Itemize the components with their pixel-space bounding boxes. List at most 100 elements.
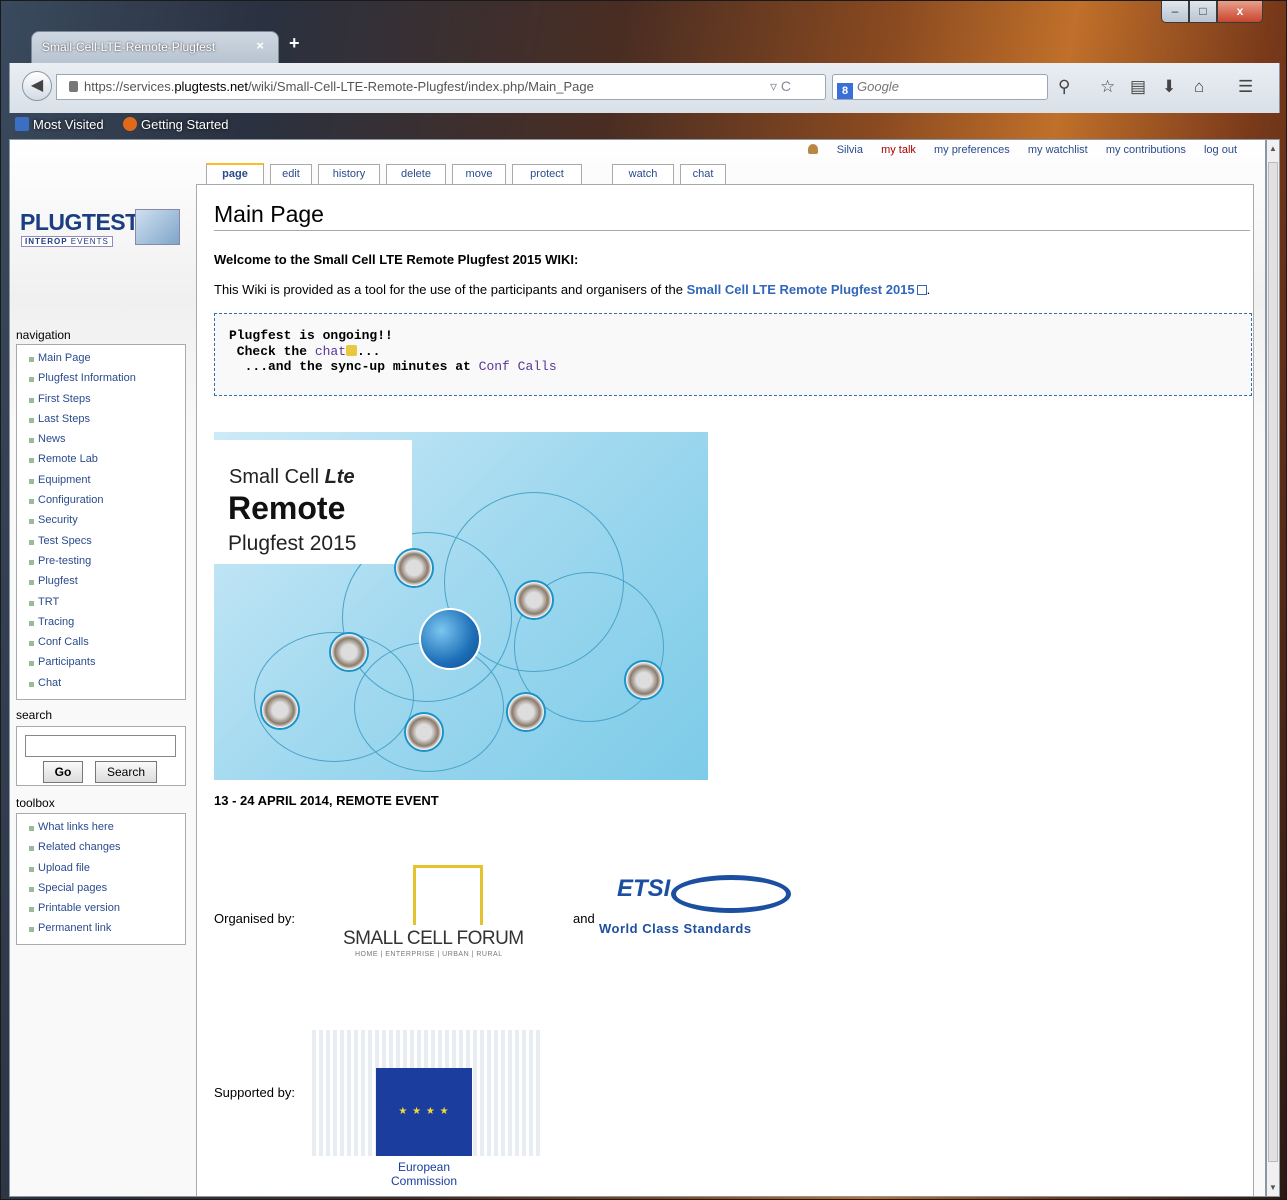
sidebar-nav-item-16[interactable]: Chat (29, 673, 185, 693)
new-tab-button[interactable]: + (289, 33, 300, 54)
participant-node (506, 692, 546, 732)
vertical-scrollbar[interactable]: ▲ ▼ (1266, 139, 1280, 1197)
user-name: Silvia (836, 144, 863, 156)
page-viewport: Silvia my talk my preferences my watchli… (9, 139, 1266, 1197)
sidebar-toolbox-item-5[interactable]: Permanent link (29, 918, 185, 938)
tab-move[interactable]: move (452, 164, 506, 184)
bookmarks-toolbar: Most Visited Getting Started (9, 113, 1280, 139)
scroll-up-icon[interactable]: ▲ (1269, 144, 1277, 153)
tab-edit[interactable]: edit (270, 164, 312, 184)
sidebar-nav-item-2[interactable]: First Steps (29, 389, 185, 409)
home-icon[interactable]: ⌂ (1194, 75, 1204, 99)
bookmark-label: Getting Started (141, 117, 229, 132)
sidebar-toolbox-item-0[interactable]: What links here (29, 817, 185, 837)
logo-name: PLUGTESTS (20, 209, 154, 235)
participant-node (624, 660, 664, 700)
tab-protect[interactable]: protect (512, 164, 582, 184)
firefox-icon (123, 117, 137, 131)
sidebar-nav-item-14[interactable]: Conf Calls (29, 632, 185, 652)
maximize-button[interactable]: □ (1189, 1, 1217, 23)
sidebar-nav-item-6[interactable]: Equipment (29, 470, 185, 490)
back-button[interactable]: ◀ (22, 71, 52, 101)
external-link-icon (916, 285, 927, 295)
participant-node (329, 632, 369, 672)
sidebar-nav-item-10[interactable]: Pre-testing (29, 551, 185, 571)
url-path: /wiki/Small-Cell-LTE-Remote-Plugfest/ind… (248, 79, 594, 94)
banner-line2: Remote (228, 490, 346, 526)
sidebar-toolbox-item-2[interactable]: Upload file (29, 858, 185, 878)
sidebar-toolbox-item-3[interactable]: Special pages (29, 878, 185, 898)
sidebar-nav-item-12[interactable]: TRT (29, 592, 185, 612)
sidebar-nav-item-4[interactable]: News (29, 429, 185, 449)
conf-calls-link[interactable]: Conf Calls (479, 359, 557, 374)
my-watchlist-link[interactable]: my watchlist (1028, 144, 1088, 156)
close-tab-icon[interactable]: × (256, 38, 264, 53)
and-label: and (573, 911, 595, 926)
chat-link[interactable]: chat (315, 344, 346, 359)
search-icon[interactable]: ⚲ (1058, 75, 1070, 99)
main-content: Main Page Welcome to the Small Cell LTE … (196, 184, 1254, 1196)
participant-node (260, 690, 300, 730)
sidebar-nav-item-13[interactable]: Tracing (29, 612, 185, 632)
address-bar[interactable]: https://services.plugtests.net/wiki/Smal… (56, 74, 826, 100)
plugfest-external-link[interactable]: Small Cell LTE Remote Plugfest 2015 (687, 282, 915, 297)
tab-delete[interactable]: delete (386, 164, 446, 184)
site-logo[interactable]: PLUGTESTS INTEROP EVENTS (20, 207, 180, 267)
welcome-heading: Welcome to the Small Cell LTE Remote Plu… (214, 252, 579, 267)
search-button[interactable]: Search (95, 761, 157, 783)
my-contributions-link[interactable]: my contributions (1106, 144, 1186, 156)
buildings-icon (413, 865, 483, 925)
google-icon: 8 (837, 83, 853, 99)
log-out-link[interactable]: log out (1204, 144, 1237, 156)
minimize-button[interactable]: – (1161, 1, 1189, 23)
participant-node (394, 548, 434, 588)
sidebar-nav-item-15[interactable]: Participants (29, 652, 185, 672)
status-notice: Plugfest is ongoing!! Check the chat... … (214, 313, 1252, 396)
bookmark-most-visited[interactable]: Most Visited (15, 117, 104, 132)
sidebar-nav-item-11[interactable]: Plugfest (29, 571, 185, 591)
sidebar-toolbox-item-1[interactable]: Related changes (29, 837, 185, 857)
sidebar-nav-item-8[interactable]: Security (29, 510, 185, 530)
sidebar-nav-item-9[interactable]: Test Specs (29, 531, 185, 551)
search-heading: search (16, 708, 53, 722)
tab-history[interactable]: history (318, 164, 380, 184)
banner-title-box: Small Cell Lte Remote Plugfest 2015 (214, 440, 412, 564)
browser-tab[interactable]: Small-Cell-LTE-Remote-Plugfest × (31, 31, 279, 63)
toolbox-heading: toolbox (16, 796, 55, 810)
sidebar-nav-item-0[interactable]: Main Page (29, 348, 185, 368)
tab-page[interactable]: page (206, 163, 264, 185)
url-prefix: https://services. (84, 79, 175, 94)
bookmark-star-icon[interactable]: ☆ (1100, 75, 1115, 99)
tab-watch[interactable]: watch (612, 164, 674, 184)
search-bar[interactable]: 8 Google (832, 74, 1048, 100)
tab-chat[interactable]: chat (680, 164, 726, 184)
tab-strip: Small-Cell-LTE-Remote-Plugfest × + – □ x (1, 1, 1286, 63)
sidebar-nav-item-7[interactable]: Configuration (29, 490, 185, 510)
user-link[interactable]: Silvia (793, 144, 863, 156)
reading-list-icon[interactable]: ▤ (1130, 75, 1146, 99)
download-icon[interactable]: ⬇ (1162, 75, 1176, 99)
my-talk-link[interactable]: my talk (881, 144, 916, 156)
menu-icon[interactable]: ☰ (1238, 75, 1253, 99)
participant-node (404, 712, 444, 752)
search-input[interactable] (25, 735, 176, 757)
go-button[interactable]: Go (43, 761, 83, 783)
etsi-logo: ETSI World Class Standards (599, 875, 799, 955)
my-preferences-link[interactable]: my preferences (934, 144, 1010, 156)
scroll-thumb[interactable] (1268, 162, 1278, 1162)
close-window-button[interactable]: x (1217, 1, 1263, 23)
participant-node (514, 580, 554, 620)
scroll-down-icon[interactable]: ▼ (1269, 1183, 1277, 1192)
navigation-heading: navigation (16, 328, 71, 342)
event-caption: 13 - 24 APRIL 2014, REMOTE EVENT (214, 793, 439, 808)
most-visited-icon (15, 117, 29, 131)
bookmark-getting-started[interactable]: Getting Started (123, 117, 228, 132)
sidebar-nav-item-3[interactable]: Last Steps (29, 409, 185, 429)
reload-icon[interactable]: ▿ C (770, 74, 791, 98)
sidebar-nav-item-5[interactable]: Remote Lab (29, 449, 185, 469)
sidebar-toolbox-item-4[interactable]: Printable version (29, 898, 185, 918)
banner-line3: Plugfest 2015 (228, 532, 357, 555)
sidebar-nav-item-1[interactable]: Plugfest Information (29, 368, 185, 388)
supported-by-label: Supported by: (214, 1085, 295, 1100)
organised-by-label: Organised by: (214, 911, 295, 926)
